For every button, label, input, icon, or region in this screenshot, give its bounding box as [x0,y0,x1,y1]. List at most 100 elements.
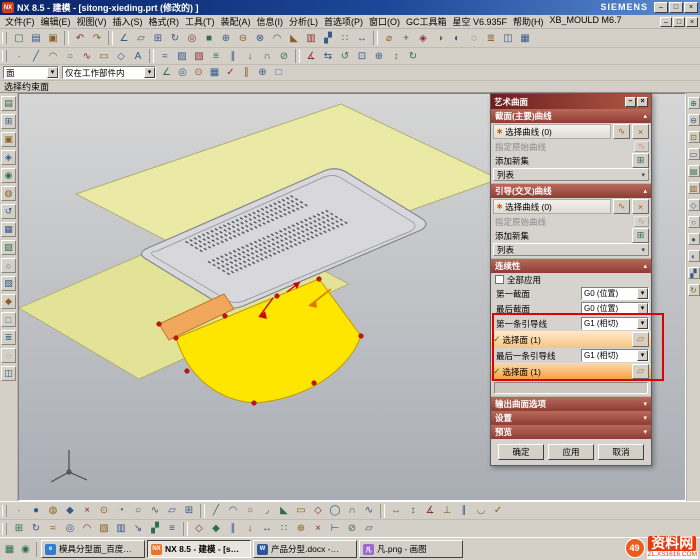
highlight[interactable]: ◎ [175,66,190,80]
wrap-geometry[interactable]: ◆ [208,521,224,536]
snap-grid-point[interactable]: ⊞ [181,503,197,518]
polygon[interactable]: ◇ [113,49,129,64]
chevron-down-icon[interactable]: ▾ [144,67,155,78]
revolve[interactable]: ↻ [167,31,183,46]
extrude[interactable]: ⊞ [150,31,166,46]
split-body[interactable]: ▞ [147,521,163,536]
revolve-2[interactable]: ↻ [28,521,44,536]
point[interactable]: ∙ [11,49,27,64]
reuse-library[interactable]: ◈ [1,150,16,165]
dialog-collapse-icon[interactable]: – [625,97,636,107]
delete-face[interactable]: ⊘ [344,521,360,536]
simplify[interactable]: ◇ [191,521,207,536]
snap-midpoint[interactable]: ◍ [45,503,61,518]
chevron-down-icon[interactable]: ▾ [637,350,648,361]
finish-flag[interactable]: ✓ [490,503,506,518]
menu-view[interactable]: 视图(V) [74,15,110,29]
clear-selection-button[interactable]: × [632,124,649,139]
sweep[interactable]: ≈ [157,49,173,64]
task-paint[interactable]: 凡 凡.png - 画图 [359,540,463,558]
section-curves-header[interactable]: 截面(主要)曲线 ▴ [491,109,651,123]
snap-endpoint[interactable]: ● [28,503,44,518]
confirm-filter[interactable]: ✓ [223,66,238,80]
add-new-set-row[interactable]: 添加新集 ⊞ [491,228,651,243]
box-select[interactable]: □ [271,66,286,80]
menu-starry[interactable]: 星空 V6.935F [450,15,511,29]
menu-preferences[interactable]: 首选项(P) [321,15,366,29]
child-minimize-icon[interactable]: – [660,17,672,27]
chevron-down-icon[interactable]: ▾ [47,67,58,78]
launch-browser[interactable]: ◉ [18,542,33,557]
menu-window[interactable]: 窗口(O) [366,15,403,29]
ellipse-curve[interactable]: ◯ [327,503,343,518]
snap-control-point[interactable]: ◆ [62,503,78,518]
pattern-feature[interactable]: ∷ [276,521,292,536]
offset-face[interactable]: ∥ [225,521,241,536]
top-view[interactable]: ▤ [688,165,700,177]
ok-button[interactable]: 确定 [498,444,544,460]
fillet-curve[interactable]: ◞ [259,503,275,518]
menu-edit[interactable]: 编辑(E) [38,15,74,29]
layers[interactable]: ≣ [1,330,16,345]
line[interactable]: ╱ [28,49,44,64]
intersection-curve[interactable]: ∩ [259,49,275,64]
system-scenes[interactable]: ▧ [1,276,16,291]
dim-vertical[interactable]: ↕ [405,503,421,518]
reflect[interactable]: ⇆ [320,49,336,64]
join-body[interactable]: ≡ [164,521,180,536]
save[interactable]: ▣ [45,31,61,46]
top-selection[interactable]: ⊙ [191,66,206,80]
menu-assembly[interactable]: 装配(A) [218,15,254,29]
curve-rule-button[interactable]: ∿ [613,199,630,214]
chamfer-curve[interactable]: ◣ [276,503,292,518]
snap-quadrant[interactable]: ◔ [113,503,129,518]
add-new-set-row[interactable]: 添加新集 ⊞ [491,153,651,168]
menu-analysis[interactable]: 分析(L) [286,15,321,29]
task-browser[interactable]: e 模具分型面_百度… [41,540,145,558]
trim-body[interactable]: ▞ [320,31,336,46]
zoom-in[interactable]: ⊕ [688,97,700,109]
snapshot-side[interactable]: ◫ [1,366,16,381]
open[interactable]: ▤ [28,31,44,46]
dim-angle[interactable]: ∡ [422,503,438,518]
menu-info[interactable]: 信息(I) [254,15,287,29]
half-shaded[interactable]: ◐ [688,250,700,262]
boolean-feature[interactable]: ⊕ [293,521,309,536]
menu-help[interactable]: 帮助(H) [510,15,547,29]
front-view[interactable]: ▭ [688,148,700,160]
edge-blend[interactable]: ◠ [269,31,285,46]
menu-insert[interactable]: 插入(S) [110,15,146,29]
refresh[interactable]: ↺ [337,49,353,64]
clear-selection-button[interactable]: × [632,199,649,214]
constraint-perpendicular[interactable]: ⊥ [439,503,455,518]
add-new-set-icon[interactable]: ⊞ [632,228,649,243]
last-section-continuity-select[interactable]: G0 (位置) ▾ [581,302,649,315]
fit-view-side[interactable]: ⊡ [688,131,700,143]
show-desktop[interactable]: ▦ [2,542,17,557]
profile-circle[interactable]: ○ [242,503,258,518]
snapshot[interactable]: ◫ [500,31,516,46]
analysis-deviation[interactable]: ∡ [303,49,319,64]
shaded-display[interactable]: ● [688,233,700,245]
process-studio[interactable]: ▦ [1,222,16,237]
pattern[interactable]: ∷ [337,31,353,46]
zoom[interactable]: ⊕ [371,49,387,64]
snap-existing-point[interactable]: ○ [130,503,146,518]
history-palette[interactable]: ↺ [1,204,16,219]
menu-gc-toolbox[interactable]: GC工具箱 [403,15,450,29]
project-curve[interactable]: ↓ [242,49,258,64]
conic-curve[interactable]: ∩ [344,503,360,518]
settings-header[interactable]: 设置 ▾ [491,411,651,425]
rectangle-curve[interactable]: ▭ [293,503,309,518]
snap-point-on-curve[interactable]: ∿ [147,503,163,518]
guide-list-bar[interactable]: 列表 ▾ [493,243,649,256]
first-section-continuity-select[interactable]: G0 (位置) ▾ [581,287,649,300]
assembly-navigator[interactable]: ▤ [1,96,16,111]
constraint-parallel[interactable]: ∥ [456,503,472,518]
profile-arc[interactable]: ◠ [225,503,241,518]
section-curve[interactable]: ⊘ [276,49,292,64]
snap-point[interactable]: ∙ [11,503,27,518]
move-object[interactable]: + [398,31,414,46]
redo[interactable]: ↷ [89,31,105,46]
mirror-feature[interactable]: ↔ [259,521,275,536]
